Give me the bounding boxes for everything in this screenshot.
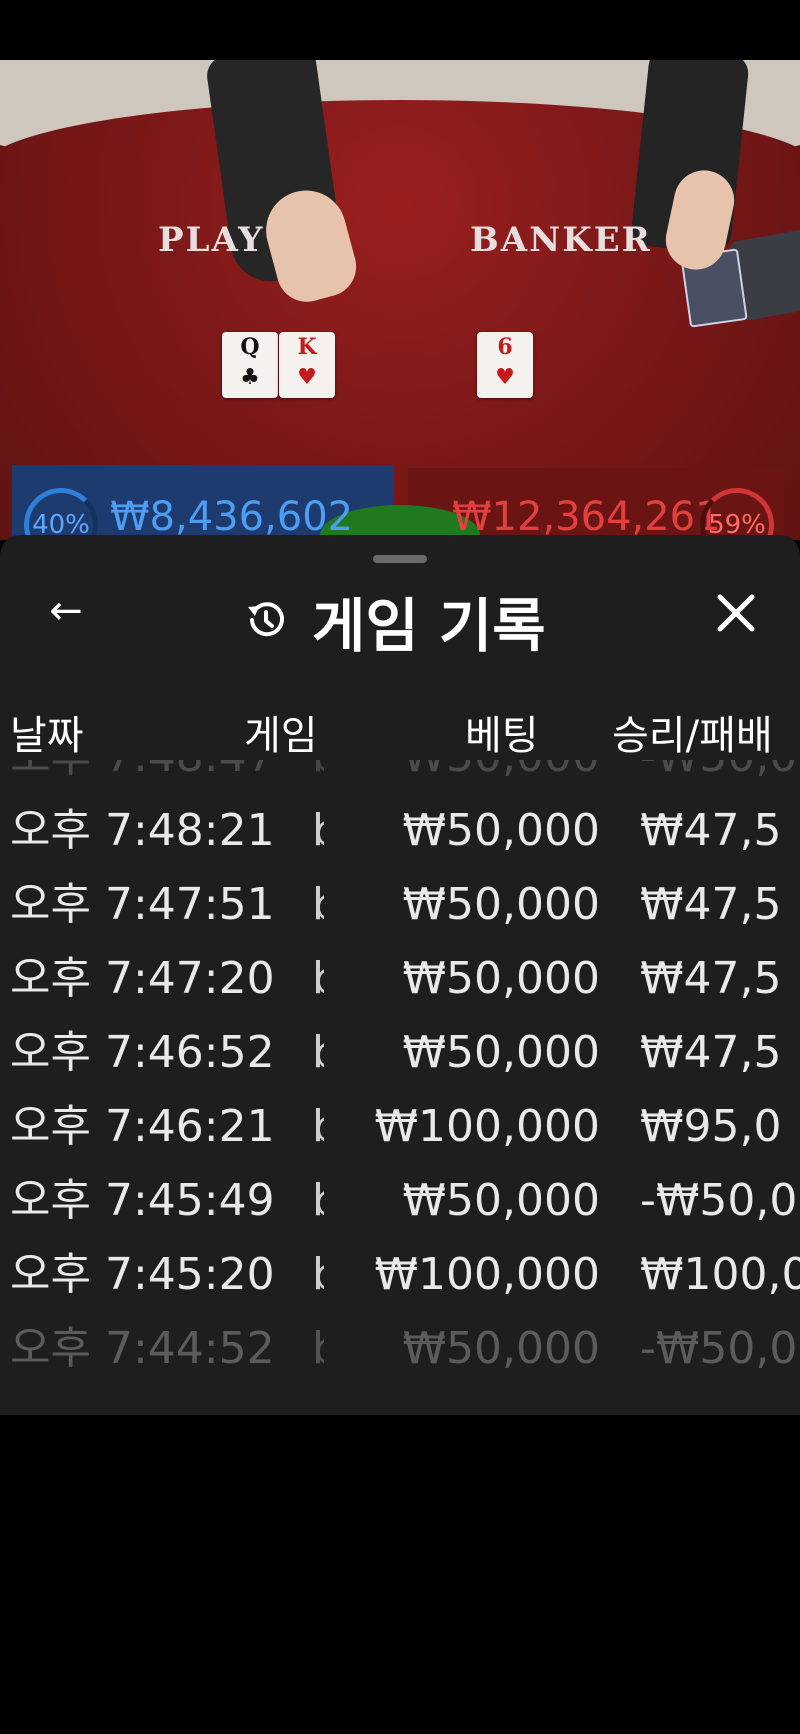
playing-card: Q ♣ <box>222 332 278 398</box>
row-game: b <box>312 760 324 794</box>
table-banker-label: BANKER <box>470 220 652 260</box>
row-date: 오후 7:47:20 <box>10 953 275 1004</box>
card-rank: K <box>297 334 317 360</box>
row-result: ₩47,5 <box>640 879 782 930</box>
card-rank: Q <box>240 334 260 360</box>
row-game: b <box>312 1164 324 1238</box>
history-row[interactable]: 오후 7:48:21 b ₩50,000 ₩47,5 <box>0 794 800 868</box>
card-suit: ♣ <box>240 364 260 390</box>
row-date: 오후 7:48:21 <box>10 805 275 856</box>
playing-card: K ♥ <box>279 332 335 398</box>
top-status-bar <box>0 0 800 60</box>
row-bet: ₩50,000 <box>402 805 600 856</box>
row-date: 오후 7:47:51 <box>10 879 275 930</box>
row-game: b <box>312 942 324 1016</box>
row-result: -₩50,0 <box>640 1175 798 1226</box>
banker-bet-amount: ₩12,364,261 <box>452 494 721 540</box>
history-icon <box>248 602 284 637</box>
history-row[interactable]: 오후 7:44:52 b ₩50,000 -₩50,0 <box>0 1312 800 1386</box>
row-game: b <box>312 1312 324 1386</box>
player-bet-amount: ₩8,436,602 <box>110 494 354 540</box>
game-history-sheet: ← 게임 기록 날짜 게임 베팅 승리/패배 오후 7:48:47 b ₩50,… <box>0 535 800 1415</box>
row-bet: ₩50,000 <box>403 760 600 794</box>
row-date: 오후 7:46:52 <box>10 1027 275 1078</box>
playing-card: 6 ♥ <box>477 332 533 398</box>
close-icon <box>717 594 755 632</box>
history-row[interactable]: 오후 7:45:20 b ₩100,000 ₩100,0 <box>0 1238 800 1312</box>
close-button[interactable] <box>708 585 764 641</box>
card-rank: 6 <box>497 334 513 360</box>
row-date: 오후 7:45:20 <box>10 1249 275 1300</box>
row-bet: ₩100,000 <box>374 1249 600 1300</box>
history-row[interactable]: 오후 7:47:51 b ₩50,000 ₩47,5 <box>0 868 800 942</box>
row-date: 오후 7:46:21 <box>10 1101 275 1152</box>
row-bet: ₩100,000 <box>374 1101 600 1152</box>
sheet-drag-handle[interactable] <box>373 555 427 563</box>
row-result: ₩47,5 <box>640 805 782 856</box>
row-result: ₩47,5 <box>640 953 782 1004</box>
history-list[interactable]: 오후 7:48:47 b ₩50,000 -₩50,0 오후 7:48:21 b… <box>0 760 800 1390</box>
history-row[interactable]: 오후 7:47:20 b ₩50,000 ₩47,5 <box>0 942 800 1016</box>
row-bet: ₩50,000 <box>402 879 600 930</box>
column-header-game[interactable]: 게임 <box>244 703 318 761</box>
history-row[interactable]: 오후 7:46:52 b ₩50,000 ₩47,5 <box>0 1016 800 1090</box>
sheet-title: 게임 기록 <box>312 592 546 660</box>
history-row[interactable]: 오후 7:46:21 b ₩100,000 ₩95,0 <box>0 1090 800 1164</box>
back-button[interactable]: ← <box>42 587 90 635</box>
column-header-bet[interactable]: 베팅 <box>465 703 539 761</box>
card-suit: ♥ <box>495 364 515 390</box>
row-result: -₩50,0 <box>640 1323 798 1374</box>
row-date: 오후 7:44:52 <box>10 1323 275 1374</box>
row-game: b <box>312 1238 324 1312</box>
table-player-label: PLAY <box>158 220 265 260</box>
row-bet: ₩50,000 <box>402 1027 600 1078</box>
row-date: 오후 7:45:49 <box>10 1175 275 1226</box>
row-result: -₩50,0 <box>640 760 797 794</box>
row-bet: ₩50,000 <box>402 1175 600 1226</box>
row-game: b <box>312 794 324 868</box>
column-header-result[interactable]: 승리/패배 <box>612 703 773 761</box>
row-result: ₩95,0 <box>640 1101 782 1152</box>
history-row[interactable]: 오후 7:45:49 b ₩50,000 -₩50,0 <box>0 1164 800 1238</box>
row-date: 오후 7:48:47 <box>10 760 275 794</box>
row-game: b <box>312 868 324 942</box>
row-bet: ₩50,000 <box>402 1323 600 1374</box>
row-game: b <box>312 1090 324 1164</box>
row-game: b <box>312 1016 324 1090</box>
back-arrow-icon: ← <box>49 588 83 634</box>
card-suit: ♥ <box>297 364 317 390</box>
row-bet: ₩50,000 <box>402 953 600 1004</box>
column-header-date[interactable]: 날짜 <box>10 703 84 761</box>
row-result: ₩100,0 <box>640 1249 800 1300</box>
row-result: ₩47,5 <box>640 1027 782 1078</box>
history-row[interactable]: 오후 7:48:47 b ₩50,000 -₩50,0 <box>0 760 800 794</box>
